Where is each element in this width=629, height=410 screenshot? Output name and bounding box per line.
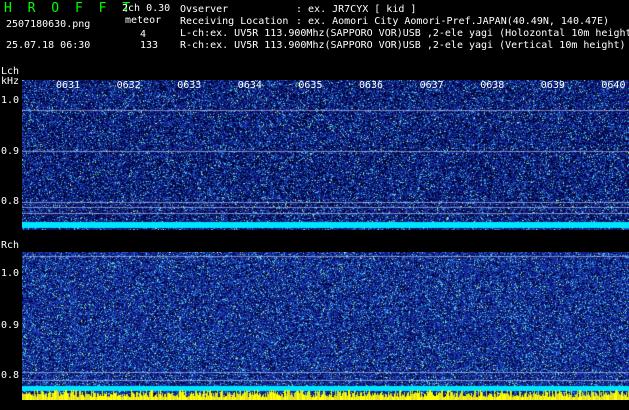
observer-key: Ovserver — [180, 4, 229, 15]
meteor-count-r: 133 — [140, 40, 159, 51]
lch-spectrogram-canvas — [22, 80, 629, 230]
lch-unit: kHz — [1, 76, 20, 87]
time-tick: 0635 — [298, 80, 323, 91]
time-tick: 0633 — [177, 80, 202, 91]
time-tick: 0640 — [601, 80, 626, 91]
location-key: Receiving Location — [180, 16, 289, 27]
time-tick: 0637 — [419, 80, 444, 91]
meteor-label: meteor — [125, 15, 162, 26]
time-tick: 0638 — [480, 80, 505, 91]
rch-info: R-ch:ex. UV5R 113.900Mhz(SAPPORO VOR)USB… — [180, 40, 626, 51]
lch-ytick-2: 0.9 — [1, 146, 20, 157]
mode-label: 2ch 0.30 — [122, 3, 171, 14]
rch-spectrogram — [22, 252, 629, 400]
observer-value: : ex. JR7CYX [ kid ] — [296, 4, 417, 15]
lch-ytick-3: 0.8 — [1, 196, 20, 207]
filename: 2507180630.png — [6, 19, 91, 30]
location-value: : ex. Aomori City Aomori-Pref.JAPAN(40.4… — [296, 16, 610, 27]
time-tick: 0636 — [359, 80, 384, 91]
lch-ytick-1: 1.0 — [1, 95, 20, 106]
lch-spectrogram: 0631 0632 0633 0634 0635 0636 0637 0638 0639 0640… — [22, 80, 629, 230]
lch-info: L-ch:ex. UV5R 113.900Mhz(SAPPORO VOR)USB… — [180, 28, 629, 39]
datetime: 25.07.18 06:30 — [6, 40, 91, 51]
rch-ytick-2: 0.9 — [1, 320, 20, 331]
rch-ytick-3: 0.8 — [1, 370, 20, 381]
app-title: H R O F F T — [4, 1, 135, 16]
rch-ytick-1: 1.0 — [1, 268, 20, 279]
rch-spectrogram-canvas — [22, 252, 629, 400]
time-tick: 0639 — [540, 80, 565, 91]
meteor-count-l: 4 — [140, 29, 147, 40]
time-tick: 0632 — [116, 80, 141, 91]
rch-label: Rch — [1, 240, 20, 251]
time-tick: 0634 — [237, 80, 262, 91]
time-tick: 0631 — [56, 80, 81, 91]
